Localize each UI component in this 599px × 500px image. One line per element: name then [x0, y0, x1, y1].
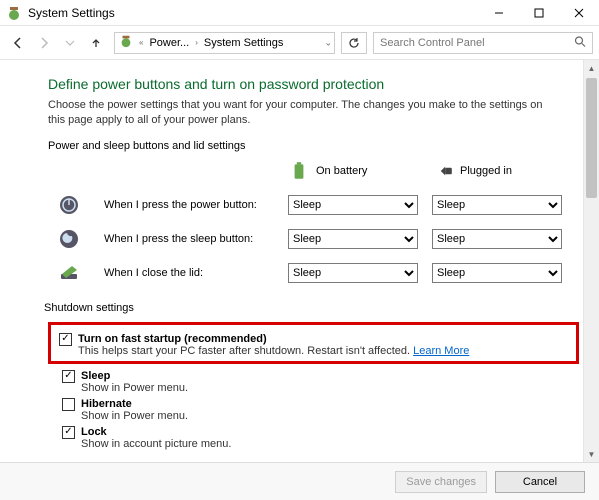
power-settings-grid: On battery Plugged in When I press the p…	[58, 160, 579, 284]
lid-close-icon	[58, 262, 80, 284]
footer-bar: Save changes Cancel	[0, 462, 599, 500]
hibernate-checkbox[interactable]	[62, 398, 75, 411]
lock-checkbox[interactable]	[62, 426, 75, 439]
row-label-sleep-button: When I press the sleep button:	[104, 233, 274, 245]
breadcrumb[interactable]: « Power... › System Settings ⌄	[114, 32, 335, 54]
nav-recent-button[interactable]	[58, 31, 82, 55]
save-changes-button[interactable]: Save changes	[395, 471, 487, 493]
col-plugged-in: Plugged in	[432, 160, 562, 182]
lock-option-row: Lock Show in account picture menu.	[62, 426, 579, 450]
sleep-button-plugged-select[interactable]: Sleep	[432, 229, 562, 249]
battery-icon	[288, 160, 310, 182]
window-title: System Settings	[28, 6, 479, 20]
scroll-down-icon[interactable]: ▼	[584, 446, 599, 462]
close-button[interactable]	[559, 0, 599, 26]
sleep-title: Sleep	[81, 370, 188, 382]
hibernate-sub: Show in Power menu.	[81, 410, 188, 422]
shutdown-settings-label: Shutdown settings	[44, 302, 579, 314]
breadcrumb-icon	[119, 34, 133, 51]
breadcrumb-part[interactable]: Power...	[149, 37, 189, 49]
nav-forward-button[interactable]	[32, 31, 56, 55]
row-label-power-button: When I press the power button:	[104, 199, 274, 211]
sleep-button-battery-select[interactable]: Sleep	[288, 229, 418, 249]
nav-up-button[interactable]	[84, 31, 108, 55]
lid-battery-select[interactable]: Sleep	[288, 263, 418, 283]
page-description: Choose the power settings that you want …	[48, 98, 548, 128]
maximize-button[interactable]	[519, 0, 559, 26]
col-plugged-in-label: Plugged in	[460, 165, 512, 177]
app-icon	[6, 5, 22, 21]
titlebar: System Settings	[0, 0, 599, 26]
scroll-thumb[interactable]	[586, 78, 597, 198]
power-button-battery-select[interactable]: Sleep	[288, 195, 418, 215]
content-area: ▲ ▼ Define power buttons and turn on pas…	[0, 60, 599, 462]
learn-more-link[interactable]: Learn More	[413, 345, 469, 357]
fast-startup-highlight: Turn on fast startup (recommended) This …	[48, 322, 579, 364]
hibernate-option-row: Hibernate Show in Power menu.	[62, 398, 579, 422]
minimize-button[interactable]	[479, 0, 519, 26]
power-button-icon	[58, 194, 80, 216]
fast-startup-sub-text: This helps start your PC faster after sh…	[78, 345, 413, 357]
row-label-close-lid: When I close the lid:	[104, 267, 274, 279]
chevron-right-icon: ›	[193, 38, 200, 47]
fast-startup-checkbox[interactable]	[59, 333, 72, 346]
vertical-scrollbar[interactable]: ▲ ▼	[583, 60, 599, 462]
shutdown-settings-section: Shutdown settings Turn on fast startup (…	[48, 302, 579, 450]
refresh-button[interactable]	[341, 32, 367, 54]
breadcrumb-ellipsis: «	[137, 38, 145, 47]
search-icon	[574, 35, 586, 50]
fast-startup-row: Turn on fast startup (recommended) This …	[59, 333, 568, 357]
fast-startup-title: Turn on fast startup (recommended)	[78, 333, 469, 345]
fast-startup-sub: This helps start your PC faster after sh…	[78, 345, 469, 357]
sleep-sub: Show in Power menu.	[81, 382, 188, 394]
nav-back-button[interactable]	[6, 31, 30, 55]
lock-sub: Show in account picture menu.	[81, 438, 231, 450]
breadcrumb-part[interactable]: System Settings	[204, 37, 283, 49]
plug-icon	[432, 160, 454, 182]
power-button-plugged-select[interactable]: Sleep	[432, 195, 562, 215]
breadcrumb-dropdown-icon[interactable]: ⌄	[324, 37, 332, 48]
navbar: « Power... › System Settings ⌄ Search Co…	[0, 26, 599, 60]
col-on-battery: On battery	[288, 160, 418, 182]
page-title: Define power buttons and turn on passwor…	[48, 76, 579, 92]
cancel-button[interactable]: Cancel	[495, 471, 585, 493]
section-buttons-label: Power and sleep buttons and lid settings	[48, 140, 579, 152]
search-input[interactable]: Search Control Panel	[373, 32, 593, 54]
scroll-up-icon[interactable]: ▲	[584, 60, 599, 76]
sleep-checkbox[interactable]	[62, 370, 75, 383]
lid-plugged-select[interactable]: Sleep	[432, 263, 562, 283]
lock-title: Lock	[81, 426, 231, 438]
sleep-button-icon	[58, 228, 80, 250]
window-buttons	[479, 0, 599, 26]
sleep-option-row: Sleep Show in Power menu.	[62, 370, 579, 394]
hibernate-title: Hibernate	[81, 398, 188, 410]
search-placeholder: Search Control Panel	[380, 37, 485, 49]
col-on-battery-label: On battery	[316, 165, 367, 177]
